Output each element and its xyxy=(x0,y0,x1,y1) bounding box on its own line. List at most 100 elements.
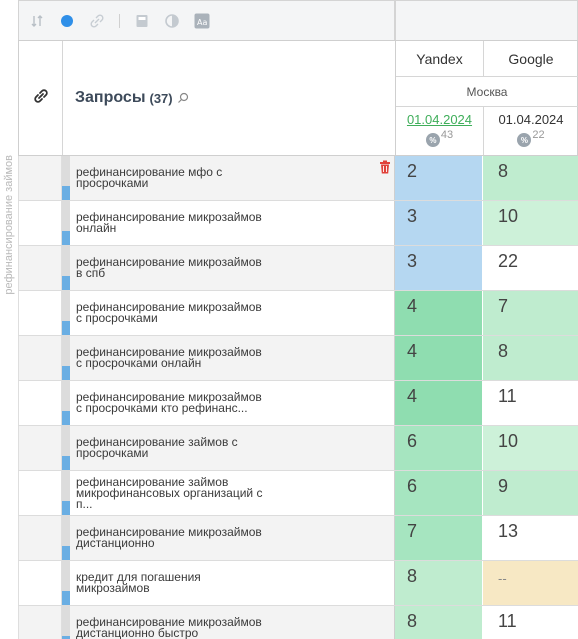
region-label: Москва xyxy=(396,77,578,107)
query-cell[interactable]: рефинансирование микрозаймов онлайн xyxy=(62,201,395,245)
percent-icon: % xyxy=(425,133,440,147)
row-marker-accent xyxy=(62,231,70,245)
search-icon[interactable] xyxy=(177,92,189,104)
toolbar-separator xyxy=(119,13,120,28)
yandex-date-link[interactable]: 01.04.2024 xyxy=(407,112,472,127)
query-text-line: просрочками xyxy=(76,446,149,460)
table-row[interactable]: рефинансирование микрозаймов онлайн 3 10 xyxy=(18,201,578,246)
row-marker-accent xyxy=(62,546,70,560)
google-position: 13 xyxy=(483,516,578,560)
yandex-position: 8 xyxy=(395,606,483,639)
row-marker-accent xyxy=(62,186,70,200)
yandex-position: 8 xyxy=(395,561,483,605)
link-icon xyxy=(32,87,50,110)
google-position: 8 xyxy=(483,336,578,380)
percent-icon: % xyxy=(517,133,532,147)
status-dot-icon[interactable] xyxy=(59,13,75,29)
query-cell[interactable]: рефинансирование мфо с просрочками xyxy=(62,156,395,200)
row-marker-accent xyxy=(62,501,70,515)
text-size-icon[interactable]: Aa xyxy=(194,13,210,29)
table-row[interactable]: рефинансирование мфо с просрочками 2 8 xyxy=(18,156,578,201)
google-percent-value: 22 xyxy=(532,129,545,141)
group-label-text: рефинансирование займов xyxy=(3,155,15,295)
query-cell[interactable]: рефинансирование микрозаймов дистанционно… xyxy=(62,606,395,639)
link-cell[interactable] xyxy=(18,201,62,245)
table-row[interactable]: рефинансирование займов микрофинансовых о… xyxy=(18,471,578,516)
link-cell[interactable] xyxy=(18,561,62,605)
google-date[interactable]: 01.04.2024 xyxy=(498,112,563,127)
table-row[interactable]: рефинансирование микрозаймов с просрочкам… xyxy=(18,336,578,381)
yandex-position: 3 xyxy=(395,201,483,245)
table-row[interactable]: рефинансирование микрозаймов с просрочкам… xyxy=(18,381,578,426)
query-cell[interactable]: рефинансирование займов микрофинансовых о… xyxy=(62,471,395,515)
google-position: 8 xyxy=(483,156,578,200)
row-marker-accent xyxy=(62,366,70,380)
row-marker-accent xyxy=(62,591,70,605)
query-rows: рефинансирование мфо с просрочками 2 8 ре… xyxy=(18,156,578,639)
query-text-line: дистанционно быстро xyxy=(76,626,199,639)
link-cell[interactable] xyxy=(18,336,62,380)
row-marker-accent xyxy=(62,276,70,290)
google-engine-label[interactable]: Google xyxy=(484,41,578,76)
row-marker xyxy=(62,606,70,639)
google-position: 11 xyxy=(483,381,578,425)
google-position: 7 xyxy=(483,291,578,335)
table-row[interactable]: рефинансирование микрозаймов дистанционно… xyxy=(18,516,578,561)
trash-icon[interactable] xyxy=(379,160,391,174)
table-row[interactable]: кредит для погашения микрозаймов 8 -- xyxy=(18,561,578,606)
yandex-percent: % 43 xyxy=(425,129,453,147)
query-cell[interactable]: рефинансирование займов с просрочками xyxy=(62,426,395,470)
link-icon[interactable] xyxy=(89,13,105,29)
yandex-position: 6 xyxy=(395,471,483,515)
query-text-line: просрочками xyxy=(76,176,149,190)
row-marker-accent xyxy=(62,411,70,425)
google-position: 22 xyxy=(483,246,578,290)
contrast-icon[interactable] xyxy=(164,13,180,29)
query-cell[interactable]: рефинансирование микрозаймов в спб xyxy=(62,246,395,290)
table-row[interactable]: рефинансирование микрозаймов дистанционно… xyxy=(18,606,578,639)
link-cell[interactable] xyxy=(18,156,62,200)
query-text: рефинансирование микрозаймов в спб xyxy=(76,246,316,290)
engines-header: Yandex Google Москва 01.04.2024 % 43 01.… xyxy=(396,41,578,155)
google-position: 9 xyxy=(483,471,578,515)
table-row[interactable]: рефинансирование микрозаймов в спб 3 22 xyxy=(18,246,578,291)
queries-count: (37) xyxy=(149,90,173,106)
yandex-position: 4 xyxy=(395,336,483,380)
link-cell[interactable] xyxy=(18,381,62,425)
yandex-position: 6 xyxy=(395,426,483,470)
query-cell[interactable]: рефинансирование микрозаймов с просрочкам… xyxy=(62,336,395,380)
toolbar: Aa xyxy=(18,0,395,40)
yandex-engine-label[interactable]: Yandex xyxy=(396,41,484,76)
query-cell[interactable]: рефинансирование микрозаймов с просрочкам… xyxy=(62,381,395,425)
toolbar-right-area xyxy=(395,0,578,40)
queries-column-header[interactable]: Запросы (37) xyxy=(63,41,396,155)
link-cell[interactable] xyxy=(18,426,62,470)
table-row[interactable]: рефинансирование микрозаймов с просрочкам… xyxy=(18,291,578,336)
link-column-header[interactable] xyxy=(19,41,63,155)
link-cell[interactable] xyxy=(18,471,62,515)
table-row[interactable]: рефинансирование займов с просрочками 6 1… xyxy=(18,426,578,471)
query-text: рефинансирование микрозаймов дистанционно xyxy=(76,516,316,560)
query-text: рефинансирование микрозаймов с просрочкам… xyxy=(76,291,316,335)
query-text: рефинансирование микрозаймов дистанционно… xyxy=(76,606,316,639)
sort-icon[interactable] xyxy=(29,13,45,29)
link-cell[interactable] xyxy=(18,516,62,560)
query-cell[interactable]: рефинансирование микрозаймов с просрочкам… xyxy=(62,291,395,335)
query-text: рефинансирование микрозаймов с просрочкам… xyxy=(76,336,316,380)
query-text-line: микрофинансовых организаций с xyxy=(76,485,263,500)
google-date-cell: 01.04.2024 % 22 xyxy=(484,107,578,155)
link-cell[interactable] xyxy=(18,606,62,639)
query-cell[interactable]: кредит для погашения микрозаймов xyxy=(62,561,395,605)
query-text-line: в спб xyxy=(76,266,106,280)
query-text: рефинансирование мфо с просрочками xyxy=(76,156,316,200)
query-text-line: микрозаймов xyxy=(76,581,150,595)
query-text-line: дистанционно xyxy=(76,536,155,550)
link-cell[interactable] xyxy=(18,291,62,335)
query-text-line: с просрочками кто рефинанс... xyxy=(76,401,248,415)
link-cell[interactable] xyxy=(18,246,62,290)
query-cell[interactable]: рефинансирование микрозаймов дистанционно xyxy=(62,516,395,560)
google-position: -- xyxy=(483,561,578,605)
yandex-position: 7 xyxy=(395,516,483,560)
row-marker-accent xyxy=(62,321,70,335)
calculator-icon[interactable] xyxy=(134,13,150,29)
